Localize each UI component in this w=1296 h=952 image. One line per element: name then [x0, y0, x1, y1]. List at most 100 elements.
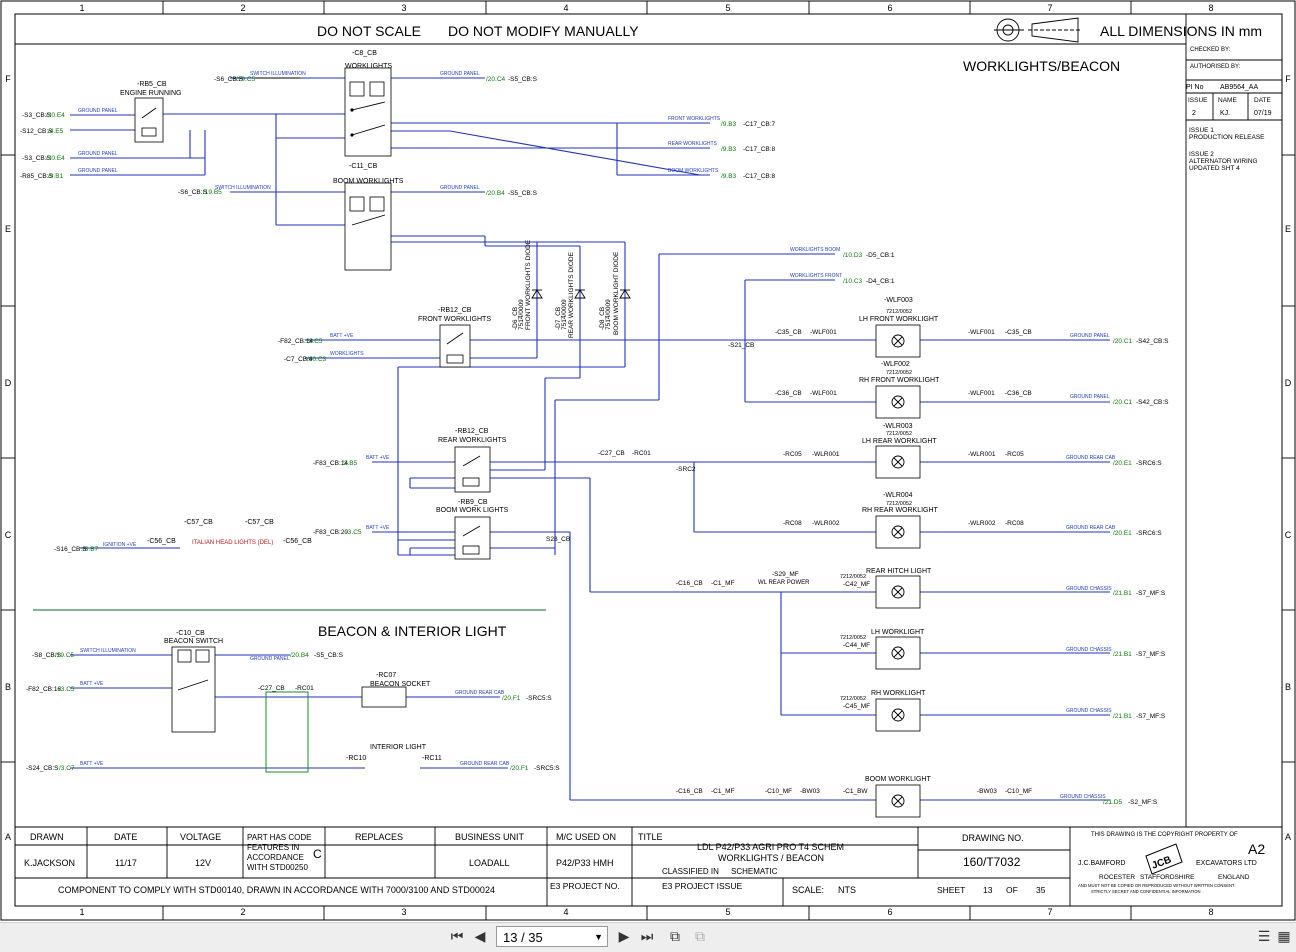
row-label: A: [5, 832, 11, 842]
svg-text:GROUND CHASSIS: GROUND CHASSIS: [1066, 647, 1112, 653]
svg-text:CHECKED BY:: CHECKED BY:: [1190, 47, 1231, 53]
col-label: 7: [1047, 3, 1052, 13]
svg-text:-WLF002: -WLF002: [881, 361, 910, 368]
svg-text:/20.B4: /20.B4: [290, 652, 309, 659]
svg-text:LDL P42/P33 AGRI PRO T4 SCHEM: LDL P42/P33 AGRI PRO T4 SCHEM: [697, 842, 844, 852]
svg-text:-S2_MF:S: -S2_MF:S: [1128, 799, 1158, 806]
svg-text:-C36_CB: -C36_CB: [775, 390, 802, 397]
svg-text:/3.C7: /3.C7: [59, 765, 75, 772]
svg-text:-SRC5:S: -SRC5:S: [526, 695, 552, 702]
svg-text:-C16_CB: -C16_CB: [676, 788, 703, 795]
previous-page-icon[interactable]: ◀: [470, 927, 490, 947]
col-label: 1: [79, 3, 84, 13]
col-label: 1: [79, 907, 84, 917]
svg-text:-C16_CB: -C16_CB: [676, 580, 703, 587]
svg-text:GROUND PANEL: GROUND PANEL: [78, 168, 118, 174]
c57b-ref: -C57_CB: [245, 519, 274, 526]
panel-view-icon[interactable]: ▦: [1274, 927, 1294, 947]
first-page-icon[interactable]: ⏮: [447, 927, 467, 947]
col-label: 8: [1208, 907, 1213, 917]
svg-text:/20.E4: /20.E4: [46, 112, 65, 119]
svg-text:-S7_MF:S: -S7_MF:S: [1136, 651, 1166, 658]
svg-text:RH WORKLIGHT: RH WORKLIGHT: [871, 690, 926, 697]
section-title-beacon: BEACON & INTERIOR LIGHT: [318, 623, 507, 639]
col-label: 7: [1047, 907, 1052, 917]
col-label: 6: [887, 3, 892, 13]
svg-text:GROUND CHASSIS: GROUND CHASSIS: [1060, 794, 1106, 800]
row-label: B: [1285, 682, 1291, 692]
svg-text:BATT +VE: BATT +VE: [366, 525, 390, 531]
svg-text:-C1_MF: -C1_MF: [711, 580, 735, 587]
viewer-toolbar: ⏮ ◀ 13 / 35 ▼ ▶ ⏭ ⧉ ⧉ ☰ ▦: [0, 922, 1296, 952]
last-page-icon[interactable]: ⏭: [637, 927, 657, 947]
svg-text:-D4_CB:1: -D4_CB:1: [866, 278, 895, 285]
svg-text:LH FRONT WORKLIGHT: LH FRONT WORKLIGHT: [859, 316, 939, 323]
svg-text:NAME: NAME: [1218, 97, 1237, 104]
svg-text:-C10_MF: -C10_MF: [1005, 788, 1032, 795]
side-panel: CHECKED BY: AUTHORISED BY: PI No AB9564_…: [1186, 47, 1282, 172]
svg-text:BOOM WORKLIGHT: BOOM WORKLIGHT: [865, 776, 931, 783]
svg-text:-C1_BW: -C1_BW: [843, 788, 868, 795]
do-not-scale-text: DO NOT SCALE: [317, 23, 421, 39]
copy-icon[interactable]: ⧉: [665, 927, 685, 947]
svg-text:WORKLIGHTS FRONT: WORKLIGHTS FRONT: [790, 273, 842, 279]
rear-worklights-label: REAR WORKLIGHTS: [438, 437, 507, 444]
svg-text:BOOM WORKLIGHT DIODE: BOOM WORKLIGHT DIODE: [613, 251, 620, 335]
svg-text:-RC01: -RC01: [632, 450, 651, 457]
c57a-ref: -C57_CB: [184, 519, 213, 526]
svg-text:GROUND PANEL: GROUND PANEL: [78, 151, 118, 157]
rc10-ref: -RC10: [346, 755, 366, 762]
svg-text:-WLR002: -WLR002: [968, 520, 996, 527]
duplicate-icon[interactable]: ⧉: [690, 927, 710, 947]
svg-text:-WLR001: -WLR001: [968, 451, 996, 458]
boom-work-lights-label: BOOM WORK LIGHTS: [436, 507, 509, 514]
svg-text:/21.D5: /21.D5: [1103, 799, 1123, 806]
svg-text:-S29_MF: -S29_MF: [772, 571, 799, 578]
svg-text:NTS: NTS: [838, 885, 856, 895]
svg-text:OF: OF: [1006, 885, 1018, 895]
col-label: 6: [887, 907, 892, 917]
svg-text:DATE: DATE: [1254, 97, 1272, 104]
col-label: 2: [240, 907, 245, 917]
svg-text:DATE: DATE: [114, 832, 137, 842]
svg-text:-WLR002: -WLR002: [812, 520, 840, 527]
svg-text:WORKLIGHTS: WORKLIGHTS: [330, 351, 364, 357]
svg-text:-C45_MF: -C45_MF: [843, 703, 870, 710]
svg-text:LH WORKLIGHT: LH WORKLIGHT: [871, 629, 925, 636]
svg-text:SWITCH ILLUMINATION: SWITCH ILLUMINATION: [250, 71, 306, 77]
svg-text:/10.C3: /10.C3: [843, 278, 863, 285]
svg-text:/20.E4: /20.E4: [46, 155, 65, 162]
svg-text:BATT +VE: BATT +VE: [80, 681, 104, 687]
svg-text:/20.F1: /20.F1: [502, 695, 521, 702]
all-dimensions-text: ALL DIMENSIONS IN mm: [1100, 23, 1262, 39]
svg-text:7212/0052: 7212/0052: [840, 574, 866, 580]
front-worklights-label: FRONT WORKLIGHTS: [418, 316, 491, 323]
svg-text:-SRC5:S: -SRC5:S: [534, 765, 560, 772]
svg-text:-C35_CB: -C35_CB: [1005, 329, 1032, 336]
c10-ref: -C10_CB: [176, 630, 205, 637]
svg-text:REAR WORKLIGHTS: REAR WORKLIGHTS: [668, 141, 718, 147]
page-select[interactable]: 13 / 35 ▼: [496, 926, 608, 947]
row-label: A: [1285, 832, 1291, 842]
svg-text:FRONT WORKLIGHTS: FRONT WORKLIGHTS: [668, 116, 721, 122]
svg-text:13: 13: [983, 885, 993, 895]
boom-worklights-label: BOOM WORKLIGHTS: [333, 178, 404, 185]
boom-worklights-switch: [344, 182, 392, 271]
list-view-icon[interactable]: ☰: [1254, 927, 1274, 947]
svg-text:-C35_CB: -C35_CB: [775, 329, 802, 336]
svg-text:SWITCH ILLUMINATION: SWITCH ILLUMINATION: [80, 648, 136, 654]
svg-text:/10.D3: /10.D3: [843, 252, 863, 259]
svg-text:FRONT WORKLIGHTS DIODE: FRONT WORKLIGHTS DIODE: [525, 239, 532, 330]
row-label: D: [5, 378, 12, 388]
svg-text:CLASSIFIED IN: CLASSIFIED IN: [662, 867, 719, 876]
next-page-icon[interactable]: ▶: [614, 927, 634, 947]
svg-text:-C17_CB:7: -C17_CB:7: [743, 121, 776, 128]
svg-text:ISSUE 1: ISSUE 1: [1189, 127, 1214, 134]
svg-text:GROUND REAR CAB: GROUND REAR CAB: [1066, 525, 1116, 531]
page-indicator: 13 / 35: [503, 930, 543, 945]
col-label: 4: [563, 3, 568, 13]
svg-text:SCALE:: SCALE:: [792, 885, 824, 895]
row-label: E: [1285, 224, 1291, 234]
svg-text:ISSUE 2: ISSUE 2: [1189, 151, 1214, 158]
svg-text:UPDATED SHT 4: UPDATED SHT 4: [1189, 165, 1240, 172]
